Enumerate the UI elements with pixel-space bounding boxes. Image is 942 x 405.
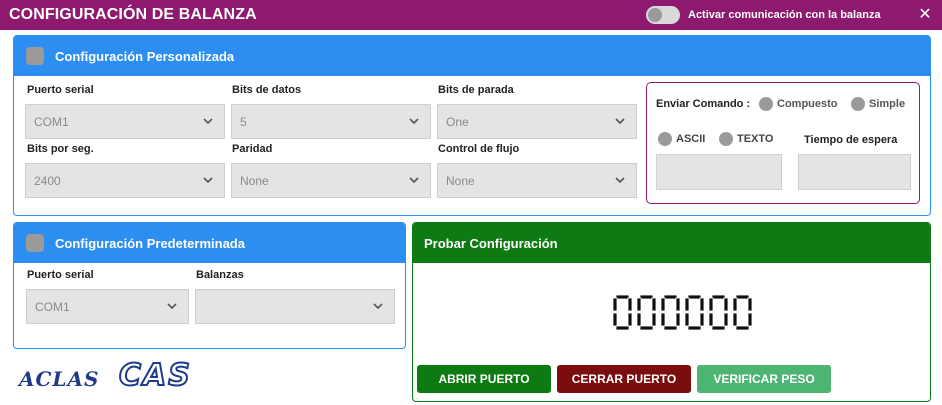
parity-select[interactable]: None — [231, 163, 431, 198]
toggle-knob — [648, 8, 662, 22]
compuesto-radio-icon[interactable] — [759, 97, 773, 111]
baud-rate-select[interactable]: 2400 — [25, 163, 225, 198]
weight-display-digits — [612, 294, 753, 331]
data-bits-select[interactable]: 5 — [231, 104, 431, 139]
baud-rate-value: 2400 — [34, 174, 61, 188]
aclas-logo: ACLAS — [19, 367, 100, 391]
open-port-button[interactable]: ABRIR PUERTO — [417, 365, 551, 393]
stop-bits-value: One — [446, 115, 469, 129]
chevron-down-icon — [409, 177, 419, 184]
custom-config-header: Configuración Personalizada — [14, 36, 930, 76]
send-command-label: Enviar Comando : — [656, 98, 751, 110]
default-serial-port-label: Puerto serial — [27, 269, 94, 281]
default-config-header: Configuración Predeterminada — [14, 223, 405, 263]
cas-logo: CAS — [118, 357, 192, 394]
ascii-label[interactable]: ASCII — [676, 133, 705, 145]
baud-rate-label: Bits por seg. — [27, 143, 94, 155]
command-input[interactable] — [656, 154, 782, 190]
default-config-panel: Configuración Predeterminada — [13, 222, 406, 349]
default-serial-port-select[interactable]: COM1 — [26, 289, 189, 324]
flow-control-value: None — [446, 174, 475, 188]
verify-weight-button[interactable]: VERIFICAR PESO — [697, 365, 831, 393]
display-digit — [708, 294, 729, 331]
test-config-title: Probar Configuración — [424, 236, 558, 251]
weight-display: 000000 — [612, 294, 754, 334]
wait-time-label: Tiempo de espera — [804, 134, 898, 146]
compuesto-label[interactable]: Compuesto — [777, 98, 838, 110]
scales-label: Balanzas — [196, 269, 244, 281]
chevron-down-icon — [615, 118, 625, 125]
display-digit — [636, 294, 657, 331]
stop-bits-select[interactable]: One — [437, 104, 637, 139]
display-digit — [684, 294, 705, 331]
communication-toggle-label: Activar comunicación con la balanza — [688, 9, 881, 21]
communication-toggle[interactable] — [646, 6, 680, 24]
serial-port-select[interactable]: COM1 — [25, 104, 225, 139]
default-serial-port-value: COM1 — [35, 300, 70, 314]
custom-config-checkbox-icon[interactable] — [26, 47, 44, 65]
scales-select[interactable] — [195, 289, 395, 324]
test-config-header: Probar Configuración — [413, 223, 930, 263]
flow-control-label: Control de flujo — [438, 143, 520, 155]
title-bar: CONFIGURACIÓN DE BALANZA Activar comunic… — [0, 0, 942, 30]
chevron-down-icon — [203, 177, 213, 184]
default-config-checkbox-icon[interactable] — [26, 234, 44, 252]
texto-label[interactable]: TEXTO — [737, 133, 773, 145]
chevron-down-icon — [409, 118, 419, 125]
close-port-button[interactable]: CERRAR PUERTO — [557, 365, 691, 393]
parity-value: None — [240, 174, 269, 188]
display-digit — [612, 294, 633, 331]
flow-control-select[interactable]: None — [437, 163, 637, 198]
texto-radio-icon[interactable] — [719, 132, 733, 146]
window-title: CONFIGURACIÓN DE BALANZA — [9, 6, 257, 23]
chevron-down-icon — [203, 118, 213, 125]
simple-radio-icon[interactable] — [851, 97, 865, 111]
chevron-down-icon — [615, 177, 625, 184]
ascii-radio-icon[interactable] — [658, 132, 672, 146]
data-bits-label: Bits de datos — [232, 84, 302, 96]
stop-bits-label: Bits de parada — [438, 84, 514, 96]
custom-config-title: Configuración Personalizada — [55, 49, 235, 64]
display-digit — [732, 294, 753, 331]
simple-label[interactable]: Simple — [869, 98, 905, 110]
parity-label: Paridad — [232, 143, 273, 155]
chevron-down-icon — [167, 303, 177, 310]
data-bits-value: 5 — [240, 115, 247, 129]
chevron-down-icon — [373, 303, 383, 310]
wait-time-input[interactable] — [798, 154, 911, 190]
close-icon[interactable]: ✕ — [916, 6, 934, 24]
serial-port-label: Puerto serial — [27, 84, 94, 96]
default-config-title: Configuración Predeterminada — [55, 236, 245, 251]
display-digit — [660, 294, 681, 331]
serial-port-value: COM1 — [34, 115, 69, 129]
